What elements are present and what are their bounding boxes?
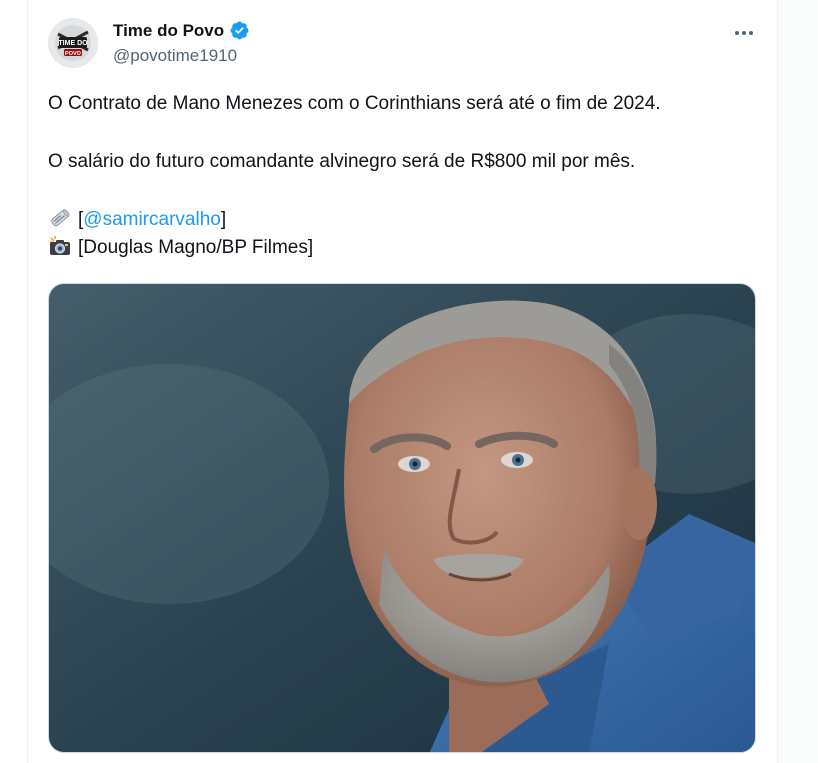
avatar[interactable]: TIME DO POVO: [48, 18, 98, 68]
rolled-newspaper-icon: [48, 207, 72, 229]
side-panel-edge: [778, 0, 818, 763]
tweet-text: O Contrato de Mano Menezes com o Corinth…: [48, 90, 758, 262]
avatar-text-bottom: POVO: [65, 51, 82, 57]
photo-credit: [Douglas Magno/BP Filmes]: [48, 234, 758, 262]
author-row: Time do Povo: [113, 20, 250, 41]
tweet-paragraph-1: O Contrato de Mano Menezes com o Corinth…: [48, 93, 661, 114]
credit-bracket-close: ]: [220, 209, 227, 230]
verified-badge-icon[interactable]: [229, 20, 250, 41]
camera-flash-icon: [48, 235, 72, 257]
avatar-text-top: TIME DO: [58, 40, 88, 47]
author-name[interactable]: Time do Povo: [113, 21, 224, 41]
timeline-border-left: [27, 0, 28, 763]
more-options-icon[interactable]: [728, 22, 760, 44]
mention-link[interactable]: @samircarvalho: [83, 209, 221, 230]
portrait-image: [49, 284, 755, 752]
tweet-photo[interactable]: [48, 283, 756, 753]
reporter-credit: [@samircarvalho]: [48, 206, 758, 234]
author-handle[interactable]: @povotime1910: [113, 46, 237, 66]
tweet-page: TIME DO POVO Time do Povo @povotime1910 …: [0, 0, 818, 763]
avatar-logo: TIME DO POVO: [48, 18, 98, 68]
tweet-paragraph-2: O salário do futuro comandante alvinegro…: [48, 151, 636, 172]
photo-credit-text: [Douglas Magno/BP Filmes]: [78, 237, 314, 258]
